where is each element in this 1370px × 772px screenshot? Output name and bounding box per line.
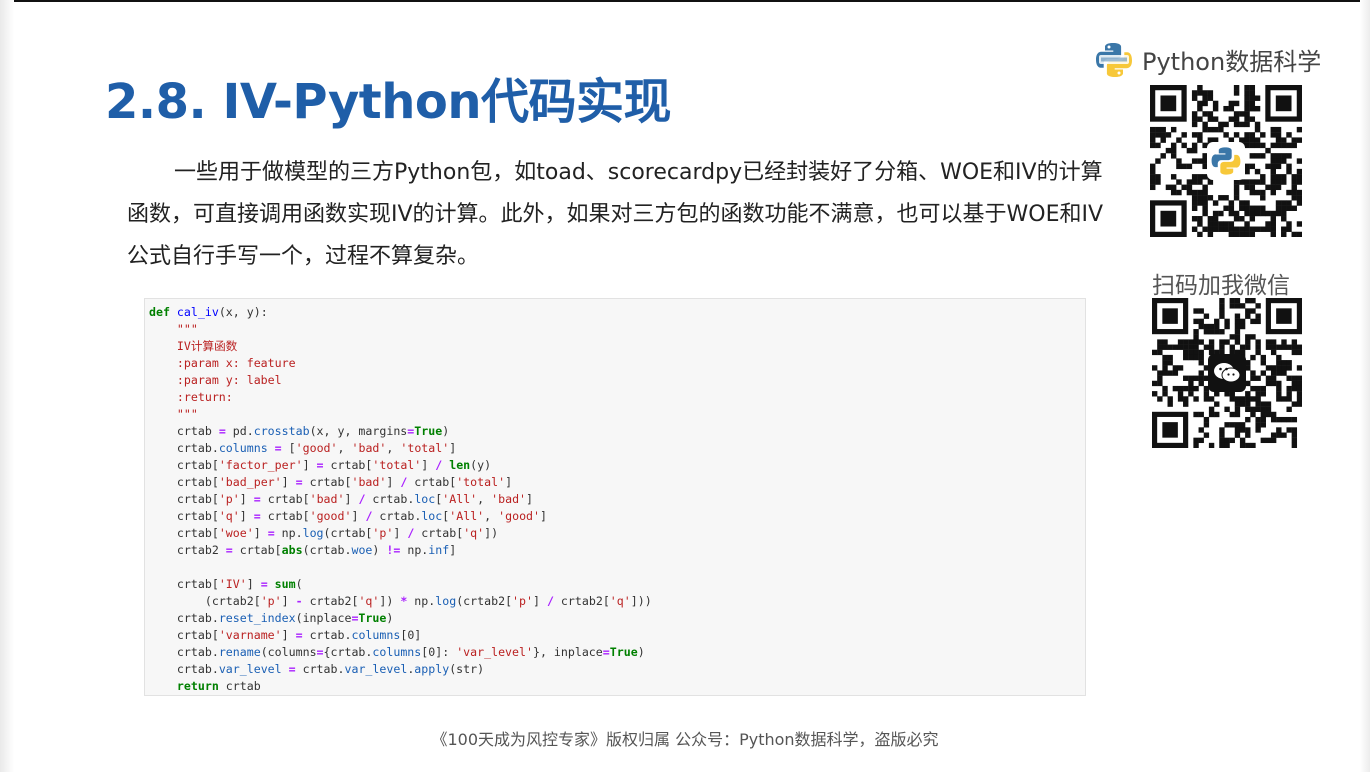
code-text: def cal_iv(x, y): """ IV计算函数 :param x: f… [149, 305, 652, 693]
intro-paragraph: 一些用于做模型的三方Python包，如toad、scorecardpy已经封装好… [127, 152, 1112, 278]
qr-code-official-account [1150, 85, 1302, 237]
scan-wechat-label: 扫码加我微信 [1152, 273, 1290, 299]
right-shadow [1360, 0, 1370, 772]
python-logo-icon [1094, 40, 1134, 80]
brand-header: Python数据科学 [1094, 38, 1344, 78]
top-border [0, 0, 1370, 2]
code-block: def cal_iv(x, y): """ IV计算函数 :param x: f… [144, 298, 1086, 696]
copyright-footer: 《100天成为风控专家》版权归属 公众号：Python数据科学，盗版必究 [431, 730, 939, 749]
slide-title: 2.8. IV-Python代码实现 [105, 74, 672, 130]
qr-code-wechat [1152, 298, 1302, 448]
python-logo-icon [1207, 142, 1245, 180]
intro-paragraph-text: 一些用于做模型的三方Python包，如toad、scorecardpy已经封装好… [127, 160, 1104, 269]
brand-name: Python数据科学 [1142, 48, 1322, 76]
wechat-icon [1208, 354, 1246, 392]
left-shadow [0, 0, 14, 772]
